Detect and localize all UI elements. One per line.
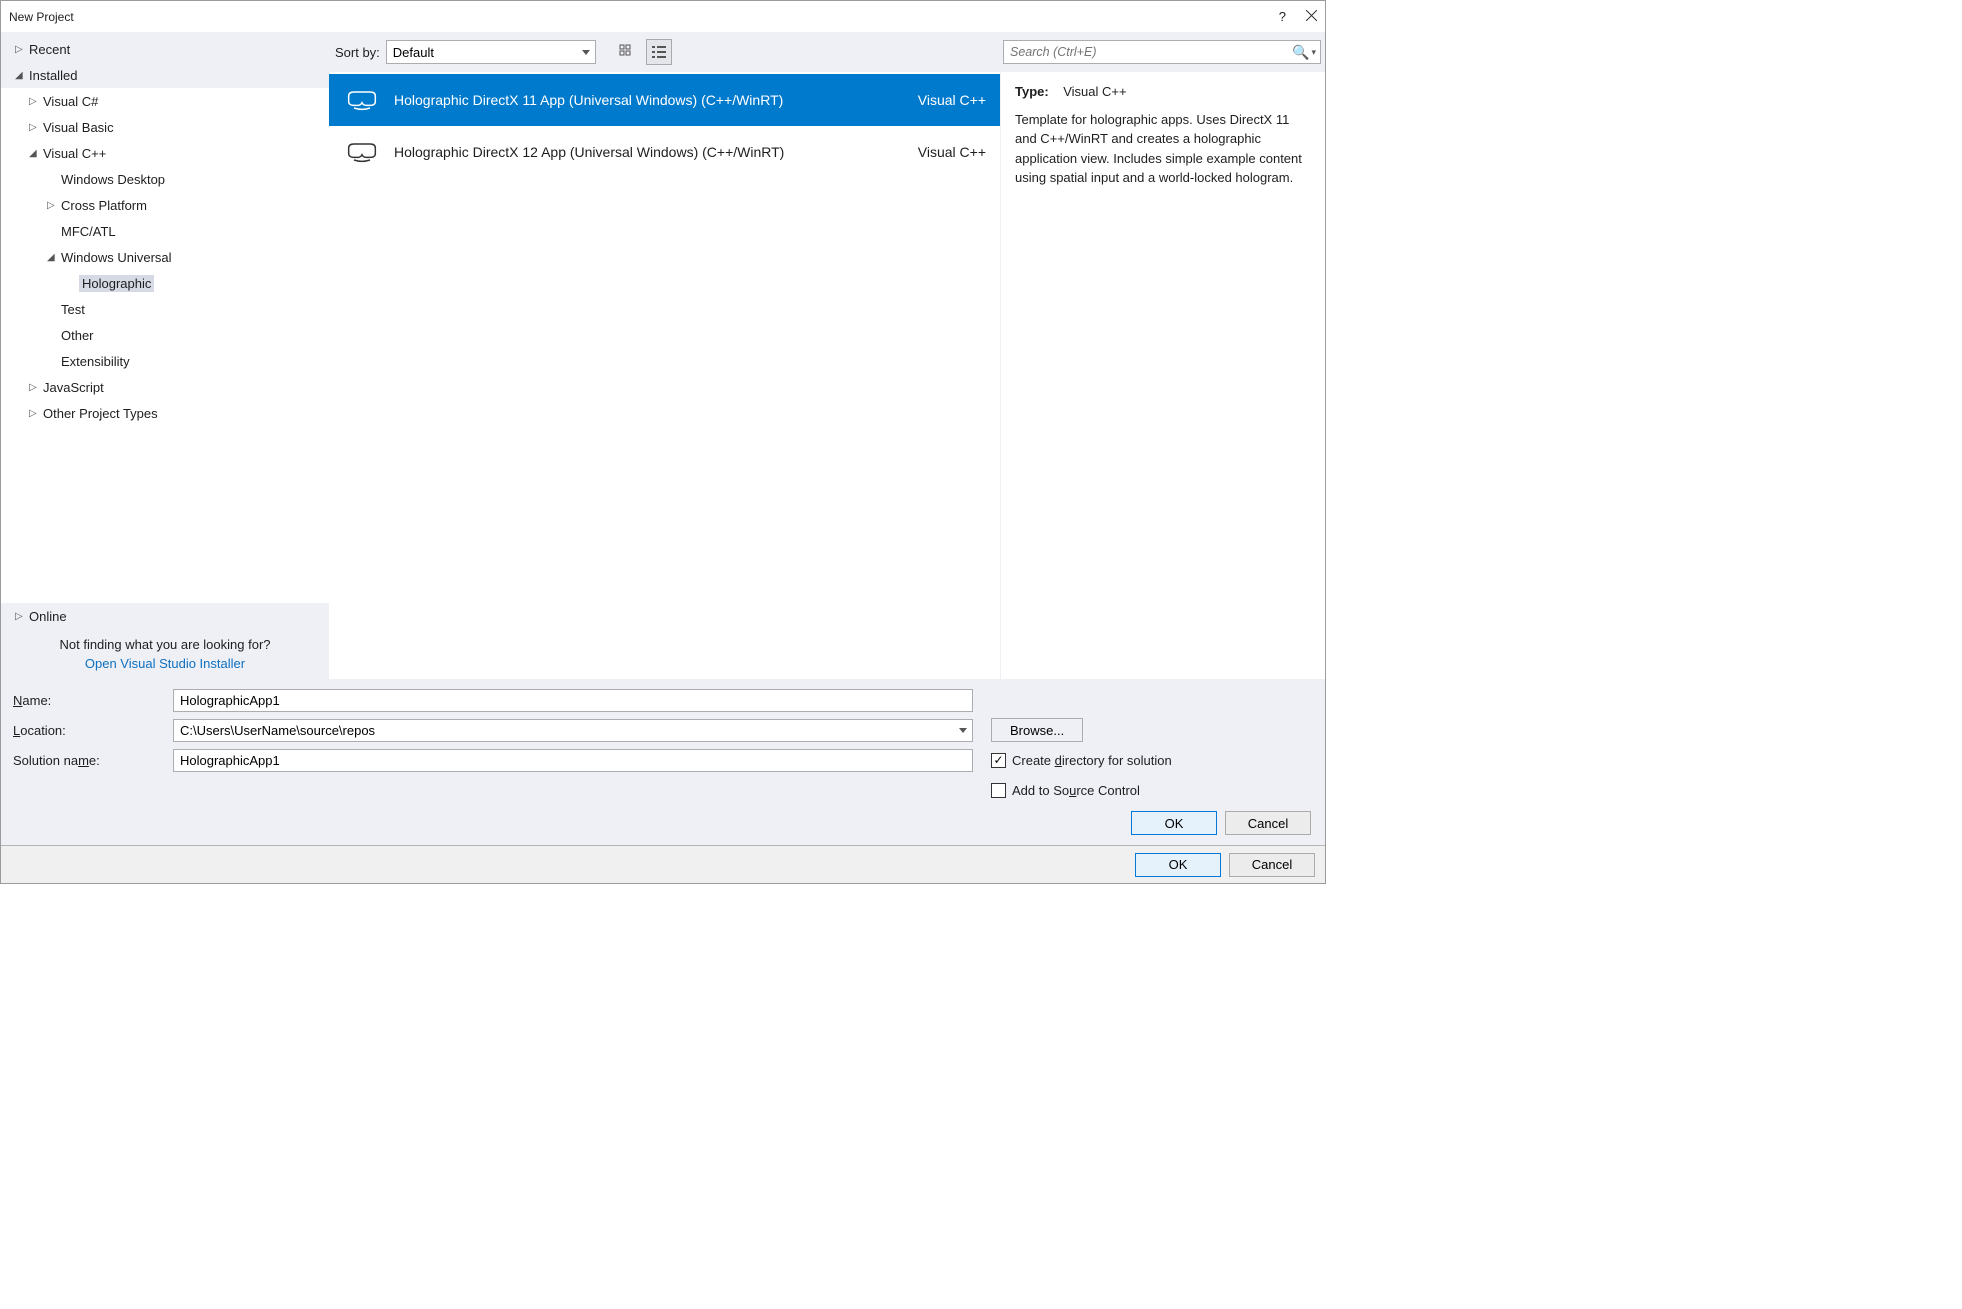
search-dropdown-icon[interactable]: ▾	[1311, 47, 1316, 58]
solution-name-label: Solution name:	[13, 753, 173, 768]
window-title: New Project	[9, 10, 1279, 24]
chevron-right-icon: ▷	[15, 44, 29, 55]
main-row: ▷ Recent ◢ Installed ▷Visual C#▷Visual B…	[1, 32, 1325, 679]
open-installer-link[interactable]: Open Visual Studio Installer	[1, 656, 329, 671]
tree-item-label: JavaScript	[43, 380, 104, 395]
location-input[interactable]	[173, 719, 973, 742]
tree-item-label: Windows Universal	[61, 250, 172, 265]
name-input[interactable]	[173, 689, 973, 712]
search-box: 🔍 ▾	[1003, 40, 1321, 64]
template-description: Template for holographic apps. Uses Dire…	[1015, 110, 1311, 188]
tree-item-label: Other	[61, 328, 94, 343]
tree-online[interactable]: ▷ Online	[1, 603, 329, 629]
template-info: Type: Visual C++ Template for holographi…	[1001, 72, 1325, 679]
new-project-dialog: New Project ? ▷ Recent ◢ Installed ▷Visu…	[0, 0, 1326, 884]
search-icon[interactable]: 🔍	[1292, 44, 1309, 61]
solution-name-input[interactable]	[173, 749, 973, 772]
tree-item-label: Windows Desktop	[61, 172, 165, 187]
type-label: Type:	[1015, 84, 1049, 99]
info-panel: 🔍 ▾ Type: Visual C++ Template for hologr…	[1000, 32, 1325, 679]
chevron-right-icon: ▷	[47, 200, 61, 211]
close-icon[interactable]	[1306, 9, 1317, 24]
tree-item-label: MFC/ATL	[61, 224, 116, 239]
tree-item-label: Cross Platform	[61, 198, 147, 213]
template-item[interactable]: Holographic DirectX 12 App (Universal Wi…	[329, 126, 1000, 178]
tree-item-label: Other Project Types	[43, 406, 158, 421]
tree-item[interactable]: Holographic	[1, 270, 329, 296]
dialog-buttons: OK Cancel	[13, 811, 1313, 835]
outer-cancel-button[interactable]: Cancel	[1229, 853, 1315, 877]
help-icon[interactable]: ?	[1279, 9, 1286, 24]
bottom-form: Name: Location: Browse... Solution name:…	[1, 679, 1325, 845]
tree-item-label: Extensibility	[61, 354, 130, 369]
template-language: Visual C++	[880, 92, 990, 108]
template-item[interactable]: Holographic DirectX 11 App (Universal Wi…	[329, 74, 1000, 126]
tree-item[interactable]: Test	[1, 296, 329, 322]
tree-items: ▷Visual C#▷Visual Basic◢Visual C++Window…	[1, 88, 329, 603]
tree-item-label: Visual Basic	[43, 120, 114, 135]
search-row: 🔍 ▾	[1001, 32, 1325, 72]
ok-button[interactable]: OK	[1131, 811, 1217, 835]
tree-item-label: Test	[61, 302, 85, 317]
search-input[interactable]	[1004, 45, 1292, 59]
tree-footer: Not finding what you are looking for? Op…	[1, 629, 329, 679]
category-tree-panel: ▷ Recent ◢ Installed ▷Visual C#▷Visual B…	[1, 32, 329, 679]
create-directory-label: Create directory for solution	[1012, 753, 1172, 768]
titlebar: New Project ?	[1, 1, 1325, 32]
tree-item[interactable]: Extensibility	[1, 348, 329, 374]
chevron-right-icon: ▷	[29, 122, 43, 133]
chevron-down-icon: ◢	[15, 70, 29, 81]
toolbar: Sort by:	[329, 32, 1000, 72]
tree-item[interactable]: MFC/ATL	[1, 218, 329, 244]
tree-item-label: Visual C++	[43, 146, 106, 161]
tree-item[interactable]: ▷Visual C#	[1, 88, 329, 114]
tree-item-label: Visual C#	[43, 94, 98, 109]
dialog-body: ▷ Recent ◢ Installed ▷Visual C#▷Visual B…	[1, 32, 1325, 845]
outer-ok-button[interactable]: OK	[1135, 853, 1221, 877]
tree-item[interactable]: ▷JavaScript	[1, 374, 329, 400]
tree-item[interactable]: Other	[1, 322, 329, 348]
location-label: Location:	[13, 723, 173, 738]
grid-view-button[interactable]	[614, 39, 640, 65]
template-name: Holographic DirectX 11 App (Universal Wi…	[384, 92, 880, 108]
create-directory-checkbox[interactable]	[991, 753, 1006, 768]
tree-installed[interactable]: ◢ Installed	[1, 62, 329, 88]
chevron-right-icon: ▷	[29, 408, 43, 419]
browse-button[interactable]: Browse...	[991, 718, 1083, 742]
chevron-down-icon: ◢	[29, 148, 43, 159]
center-column: Sort by: Holographic DirectX 11 App (Uni…	[329, 32, 1000, 679]
tree-item[interactable]: ▷Visual Basic	[1, 114, 329, 140]
outer-button-bar: OK Cancel	[1, 845, 1325, 883]
holographic-goggles-icon	[339, 141, 384, 163]
tree-item[interactable]: ▷Cross Platform	[1, 192, 329, 218]
tree-item[interactable]: ◢Windows Universal	[1, 244, 329, 270]
template-name: Holographic DirectX 12 App (Universal Wi…	[384, 144, 880, 160]
type-value: Visual C++	[1063, 84, 1126, 99]
chevron-down-icon: ◢	[47, 252, 61, 263]
name-label: Name:	[13, 693, 173, 708]
chevron-right-icon: ▷	[15, 611, 29, 622]
template-list: Holographic DirectX 11 App (Universal Wi…	[329, 72, 1000, 679]
sort-by-label: Sort by:	[335, 45, 380, 60]
tree-item[interactable]: Windows Desktop	[1, 166, 329, 192]
chevron-right-icon: ▷	[29, 382, 43, 393]
cancel-button[interactable]: Cancel	[1225, 811, 1311, 835]
source-control-checkbox[interactable]	[991, 783, 1006, 798]
list-view-button[interactable]	[646, 39, 672, 65]
chevron-right-icon: ▷	[29, 96, 43, 107]
not-finding-text: Not finding what you are looking for?	[1, 637, 329, 652]
holographic-goggles-icon	[339, 89, 384, 111]
tree-item[interactable]: ▷Other Project Types	[1, 400, 329, 426]
tree-item-label: Holographic	[79, 275, 154, 292]
source-control-label: Add to Source Control	[1012, 783, 1140, 798]
tree-item[interactable]: ◢Visual C++	[1, 140, 329, 166]
titlebar-controls: ?	[1279, 9, 1317, 24]
sort-by-select[interactable]	[386, 40, 596, 64]
tree-recent[interactable]: ▷ Recent	[1, 36, 329, 62]
template-language: Visual C++	[880, 144, 990, 160]
